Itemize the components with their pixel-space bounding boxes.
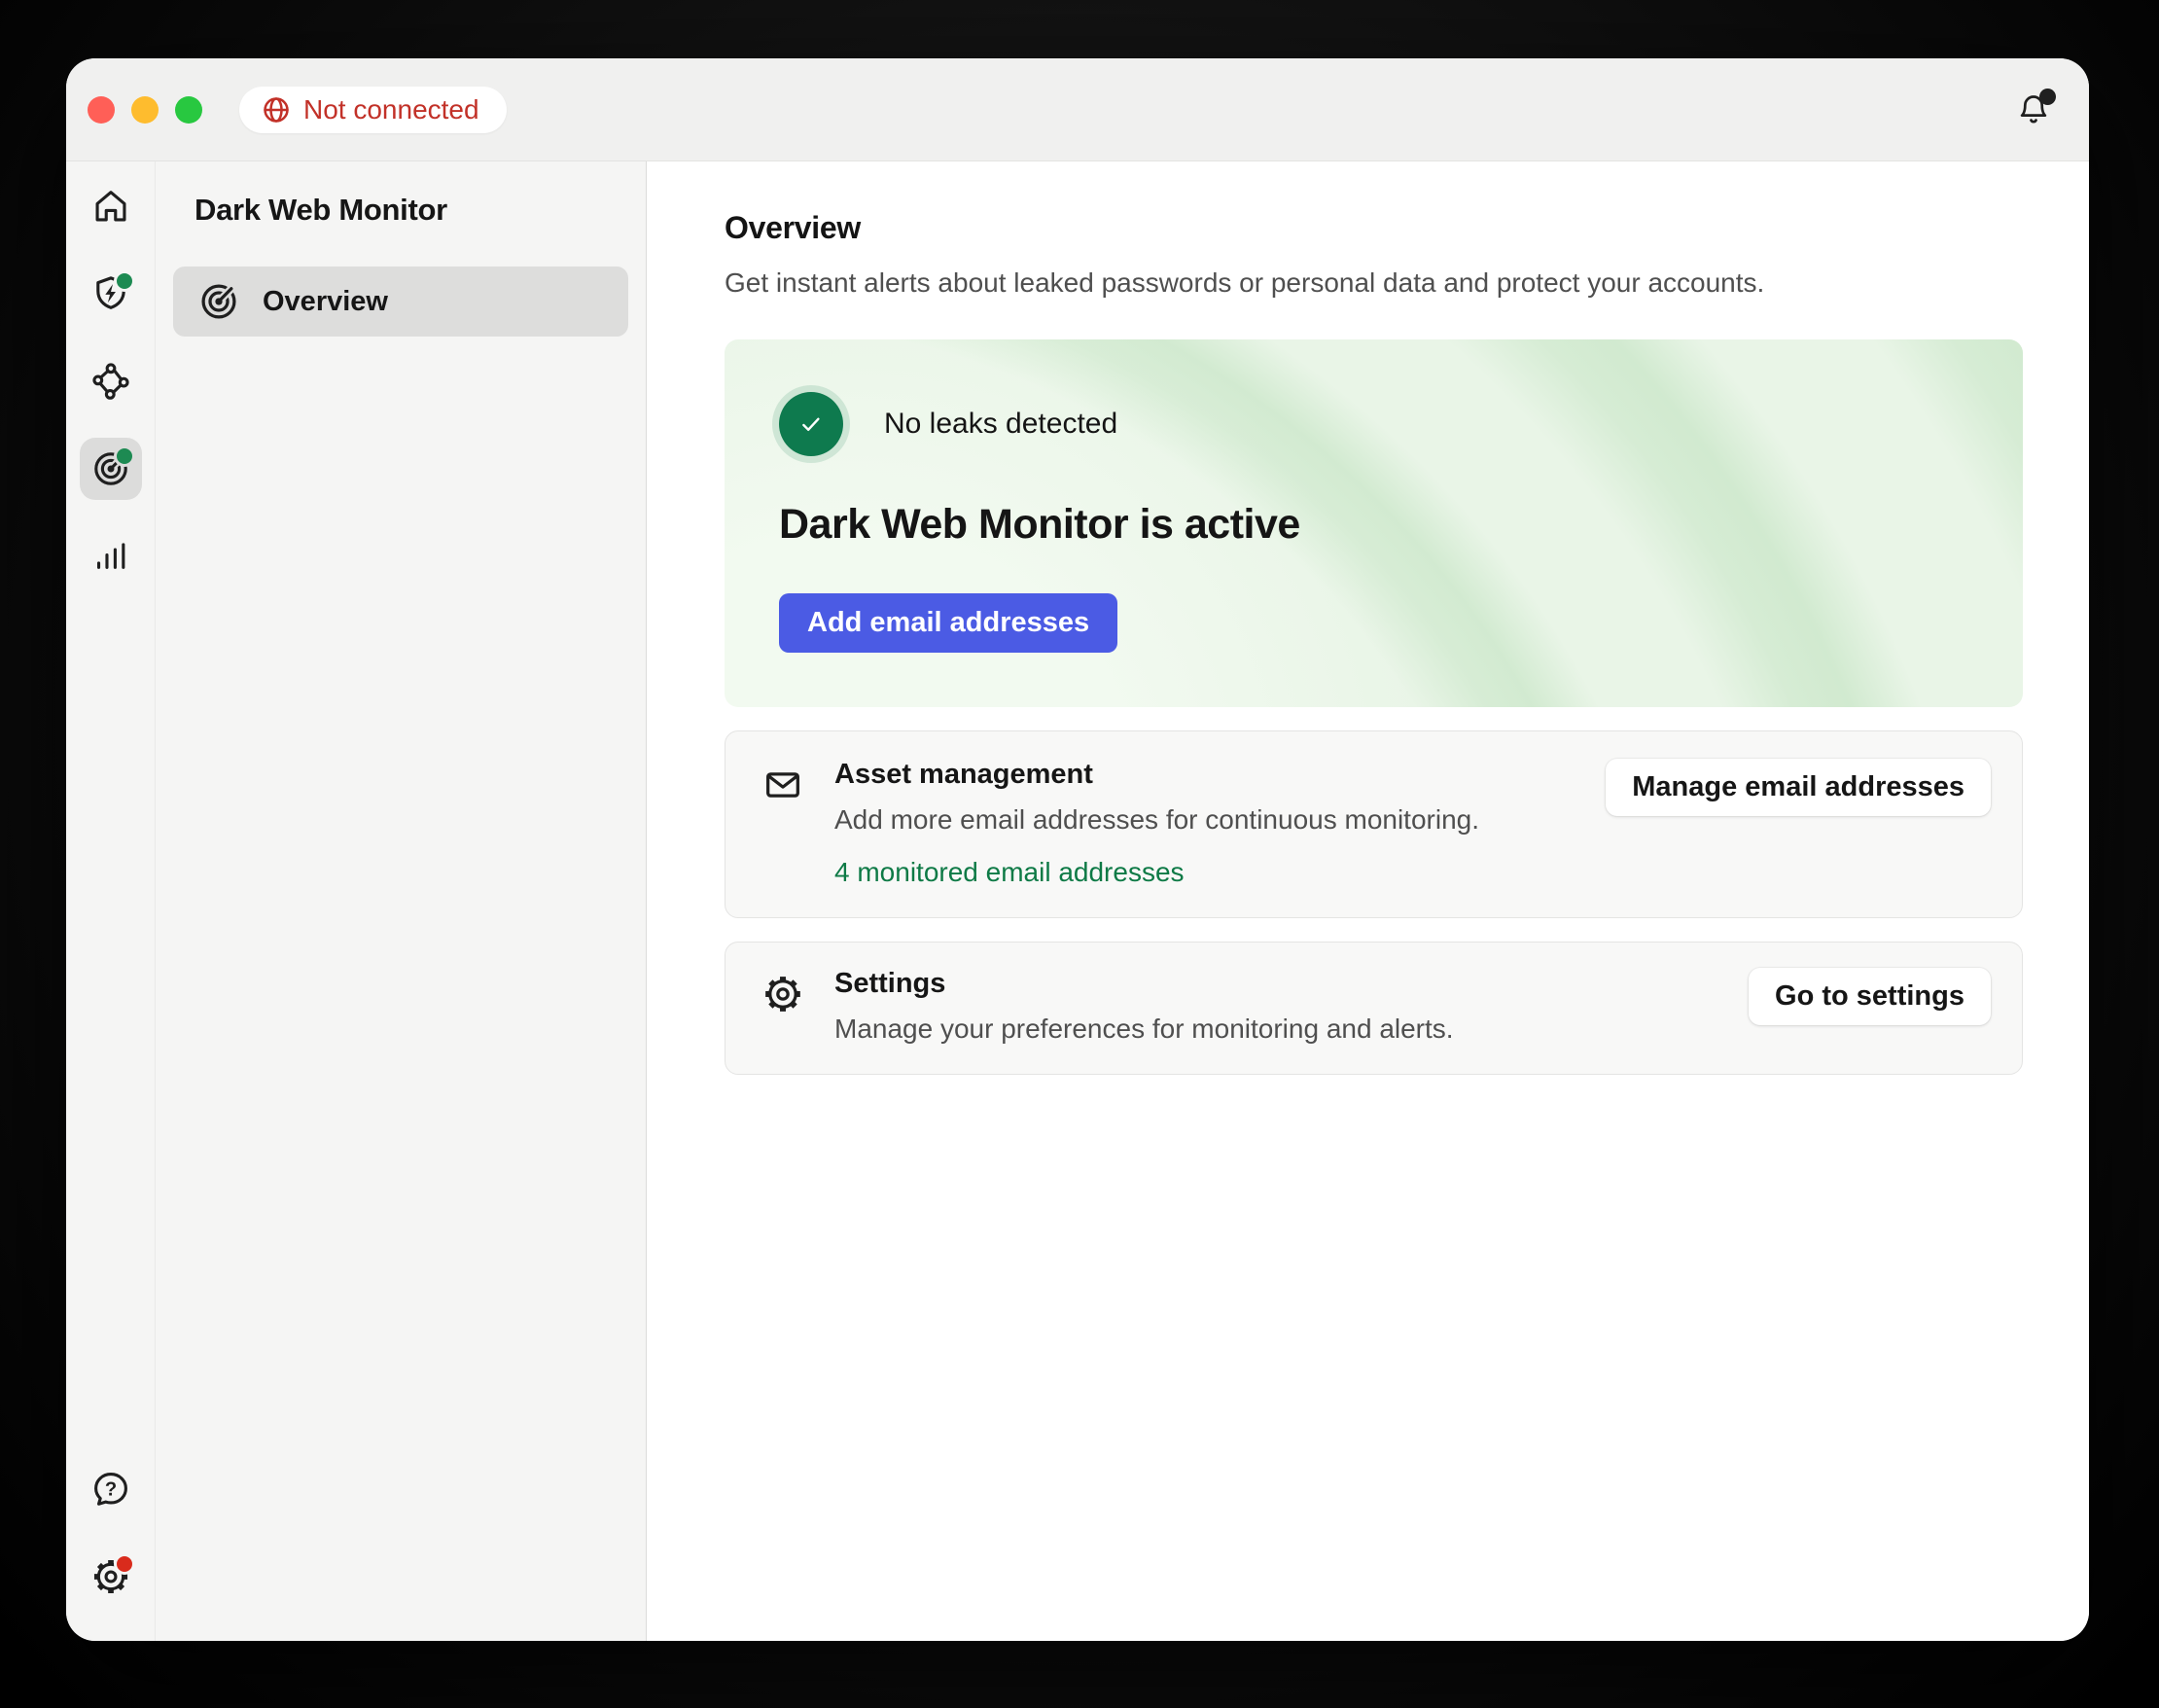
- settings-card: Settings Manage your preferences for mon…: [725, 942, 2023, 1075]
- card-description: Manage your preferences for monitoring a…: [834, 1014, 1454, 1045]
- main-content: Overview Get instant alerts about leaked…: [647, 161, 2089, 1641]
- traffic-lights: [88, 96, 202, 124]
- rail-item-network[interactable]: [80, 350, 142, 412]
- rail-item-security[interactable]: [80, 263, 142, 325]
- hero-headline: Dark Web Monitor is active: [779, 501, 1968, 549]
- monitored-emails-link[interactable]: 4 monitored email addresses: [834, 857, 1185, 888]
- close-button[interactable]: [88, 96, 115, 124]
- rail-item-settings[interactable]: [80, 1546, 142, 1608]
- rail-item-help[interactable]: ?: [80, 1458, 142, 1520]
- gear-icon: [761, 972, 805, 1021]
- bar-chart-icon: [89, 535, 132, 578]
- sidebar-item-overview[interactable]: Overview: [173, 267, 628, 337]
- icon-rail: ?: [66, 161, 156, 1641]
- card-description: Add more email addresses for continuous …: [834, 804, 1479, 836]
- card-title: Asset management: [834, 759, 1479, 791]
- hero-status-text: No leaks detected: [884, 408, 1117, 441]
- rail-item-home[interactable]: [80, 175, 142, 237]
- rail-item-dark-web-monitor[interactable]: [80, 438, 142, 500]
- settings-alert-badge: [114, 1553, 135, 1575]
- check-icon: [795, 408, 828, 441]
- go-to-settings-button[interactable]: Go to settings: [1749, 968, 1991, 1025]
- connection-status-pill[interactable]: Not connected: [239, 87, 507, 133]
- help-glyph: ?: [104, 1479, 116, 1501]
- globe-icon: [261, 94, 292, 125]
- sidebar-item-label: Overview: [263, 286, 388, 318]
- page-description: Get instant alerts about leaked password…: [725, 267, 2023, 299]
- bell-badge: [2039, 89, 2056, 105]
- envelope-icon: [761, 763, 805, 812]
- page-title: Overview: [725, 210, 2023, 246]
- radar-icon: [196, 279, 241, 324]
- home-icon: [89, 185, 132, 228]
- hero-card: No leaks detected Dark Web Monitor is ac…: [725, 339, 2023, 707]
- panel-title: Dark Web Monitor: [195, 193, 628, 228]
- app-window: Not connected: [66, 58, 2089, 1641]
- card-text: Settings Manage your preferences for mon…: [834, 968, 1454, 1045]
- monitor-status-badge: [114, 445, 135, 467]
- notifications-button[interactable]: [2015, 90, 2054, 129]
- titlebar: Not connected: [66, 58, 2089, 161]
- security-status-badge: [114, 270, 135, 292]
- sidebar-panel: Dark Web Monitor Overview: [156, 161, 647, 1641]
- asset-management-card: Asset management Add more email addresse…: [725, 730, 2023, 918]
- add-email-addresses-button[interactable]: Add email addresses: [779, 593, 1117, 653]
- check-circle: [779, 392, 843, 456]
- zoom-button[interactable]: [175, 96, 202, 124]
- card-text: Asset management Add more email addresse…: [834, 759, 1479, 888]
- rail-item-statistics[interactable]: [80, 525, 142, 587]
- card-title: Settings: [834, 968, 1454, 1000]
- help-icon: ?: [89, 1468, 132, 1511]
- hero-status-row: No leaks detected: [779, 392, 1968, 456]
- network-nodes-icon: [89, 360, 132, 403]
- manage-email-addresses-button[interactable]: Manage email addresses: [1606, 759, 1991, 816]
- connection-status-label: Not connected: [303, 94, 479, 125]
- app-body: ? Dark Web Monitor: [66, 161, 2089, 1641]
- minimize-button[interactable]: [131, 96, 159, 124]
